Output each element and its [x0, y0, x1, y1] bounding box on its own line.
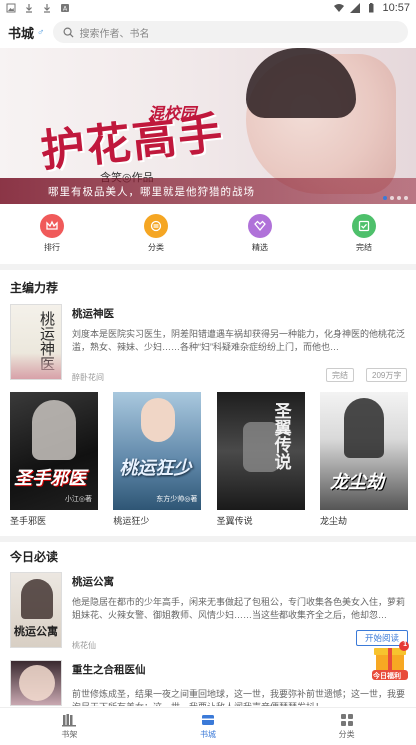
cover-figure — [21, 579, 53, 619]
tab-category[interactable]: 分类 — [277, 708, 416, 745]
grid-book[interactable]: 圣手邪医 小江◎著 圣手邪医 — [10, 392, 98, 527]
quick-nav-label: 完结 — [356, 242, 372, 252]
bookshelf-icon — [62, 714, 77, 727]
check-icon — [352, 213, 376, 238]
book-title: 重生之合租医仙 — [72, 664, 146, 676]
book-cover: 桃运狂少 东方少帅◎著 — [113, 392, 202, 510]
book-cover-title: 圣翼传说 — [271, 402, 291, 470]
store-icon — [202, 715, 214, 725]
daily-gift-button[interactable]: 1 今日福利 — [370, 640, 410, 682]
grid-book-title: 圣翼传说 — [216, 516, 253, 526]
book-grid: 圣手邪医 小江◎著 圣手邪医 桃运狂少 东方少帅◎著 桃运狂少 圣翼传说 圣翼传… — [10, 392, 408, 527]
section-divider — [0, 536, 416, 542]
carousel-dot[interactable] — [390, 196, 394, 200]
book-cover-title: 桃运公寓 — [14, 626, 58, 638]
battery-icon — [369, 3, 374, 13]
tab-store[interactable]: 书城 — [139, 708, 278, 745]
gift-badge: 1 — [403, 641, 407, 648]
page-title-group: 书城 ♂ — [8, 23, 45, 42]
quick-nav-category[interactable]: 分类 — [126, 213, 186, 253]
search-input[interactable]: 搜索作者、书名 — [52, 21, 408, 43]
grid-book[interactable]: 圣翼传说 圣翼传说 — [216, 392, 305, 527]
book-author: 醉卧花间 — [72, 373, 104, 382]
carousel-dot[interactable] — [397, 196, 401, 200]
book-author: 桃花仙 — [72, 641, 96, 650]
grid-book[interactable]: 龙尘劫 龙尘劫 — [319, 392, 408, 527]
quick-nav-rank[interactable]: 排行 — [22, 213, 82, 253]
quick-nav: 排行 分类 精选 完结 — [0, 204, 416, 262]
page-title: 书城 — [8, 25, 35, 41]
status-time: 10:57 — [382, 2, 410, 14]
book-title: 桃运神医 — [72, 308, 114, 320]
header: 书城 ♂ 搜索作者、书名 — [0, 18, 416, 46]
tab-label: 书架 — [61, 730, 78, 739]
carousel-dots — [383, 196, 408, 200]
tab-bookshelf[interactable]: 书架 — [0, 708, 139, 745]
carousel-dot[interactable] — [383, 196, 387, 200]
book-cover — [10, 660, 62, 706]
today-book-row[interactable]: 桃运公寓 桃运公寓 他是隐居在都市的少年高手，闲来无事做起了包租公，专门收集各色… — [10, 572, 408, 652]
banner-carousel[interactable]: 混校园 护花高手 含笑◎作品 哪里有极品美人，哪里就是他狩猎的战场 — [0, 48, 416, 204]
book-cover: 龙尘劫 — [319, 392, 408, 510]
book-description: 他是隐居在都市的少年高手，闲来无事做起了包租公，专门收集各色美女入住，萝莉姐妹花… — [72, 597, 406, 620]
section-divider — [0, 264, 416, 270]
cover-figure — [11, 353, 61, 379]
signal-icon — [350, 3, 361, 13]
quick-nav-label: 精选 — [252, 242, 268, 252]
book-title: 桃运公寓 — [72, 576, 114, 588]
carousel-dot[interactable] — [404, 196, 408, 200]
quick-nav-finished[interactable]: 完结 — [334, 213, 394, 253]
book-cover-author: 小江◎著 — [64, 496, 92, 503]
heart-icon — [248, 213, 272, 238]
book-description: 前世修炼成圣，结果一夜之间重回地球，这一世，我要弥补前世遗憾；这一世，我要泡尽天… — [72, 689, 406, 706]
quick-nav-featured[interactable]: 精选 — [230, 213, 290, 253]
category-icon — [144, 213, 168, 238]
book-cover: 桃运公寓 — [10, 572, 62, 648]
image-icon — [6, 3, 16, 13]
gift-label: 今日福利 — [373, 673, 401, 680]
download-icon — [26, 4, 32, 13]
book-description: 刘度本是医院实习医生，阴差阳错遭遇车祸却获得另一种能力，化身神医的他桃花泛滥，熟… — [72, 329, 406, 352]
search-icon — [63, 27, 74, 38]
word-count-badge: 209万字 — [366, 368, 408, 382]
grid-icon — [340, 714, 353, 726]
quick-nav-label: 分类 — [148, 242, 164, 252]
book-cover: 圣翼传说 — [216, 392, 305, 510]
tab-label: 分类 — [338, 730, 355, 739]
banner-title: 护花高手 — [38, 107, 227, 178]
cover-figure — [32, 400, 76, 460]
cover-figure — [141, 398, 176, 442]
wifi-icon — [334, 4, 345, 12]
featured-book-row[interactable]: 桃运神医 桃运神医 刘度本是医院实习医生，阴差阳错遭遇车祸却获得另一种能力，化身… — [10, 304, 408, 384]
grid-book-title: 桃运狂少 — [113, 516, 150, 526]
bottom-tab-bar: 书架 书城 分类 — [0, 707, 416, 745]
book-cover-author: 东方少帅◎著 — [156, 496, 198, 503]
app-icon: A — [61, 4, 69, 13]
grid-book-title: 圣手邪医 — [10, 516, 47, 526]
section-title-today: 今日必读 — [10, 550, 59, 564]
status-badge: 完结 — [326, 368, 354, 382]
cover-figure — [343, 398, 384, 458]
banner-slogan: 哪里有极品美人，哪里就是他狩猎的战场 — [0, 178, 416, 204]
book-cover: 圣手邪医 小江◎著 — [10, 392, 98, 510]
grid-book[interactable]: 桃运狂少 东方少帅◎著 桃运狂少 — [113, 392, 202, 527]
book-cover-title: 圣手邪医 — [14, 468, 86, 488]
download-icon-2 — [44, 4, 50, 13]
tab-label: 书城 — [200, 730, 216, 739]
cover-figure — [19, 665, 55, 701]
search-placeholder: 搜索作者、书名 — [79, 28, 150, 40]
book-cover-title: 桃运狂少 — [119, 458, 192, 478]
crown-icon — [40, 213, 64, 238]
gender-toggle-icon[interactable]: ♂ — [37, 27, 45, 38]
quick-nav-label: 排行 — [44, 242, 60, 252]
status-bar: A 10:57 — [0, 0, 416, 16]
grid-book-title: 龙尘劫 — [319, 516, 347, 526]
section-title-editor-picks: 主编力荐 — [10, 281, 59, 295]
book-cover-title: 龙尘劫 — [329, 472, 384, 492]
book-cover: 桃运神医 — [10, 304, 62, 380]
